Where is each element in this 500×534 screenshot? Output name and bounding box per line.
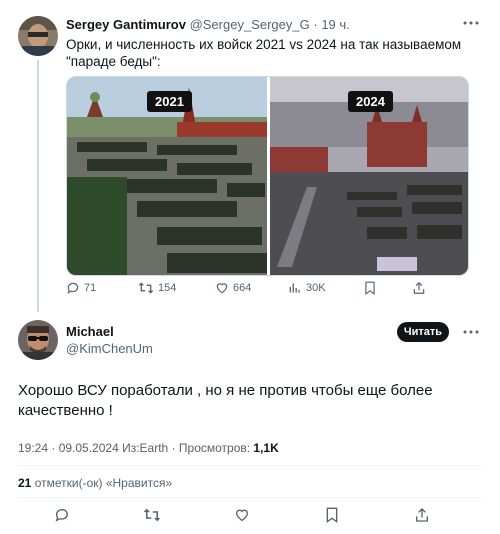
parade-comparison-image[interactable]: 2021 2024 xyxy=(66,76,469,276)
reply-tweet-text: Хорошо ВСУ поработали , но я не против ч… xyxy=(18,382,433,419)
reply-icon xyxy=(67,282,79,294)
more-dots-icon[interactable] xyxy=(462,325,480,339)
thread-connector-line xyxy=(37,60,39,312)
repost-action[interactable]: 154 xyxy=(138,281,176,295)
more-dots-icon[interactable] xyxy=(462,16,480,30)
like-action[interactable]: 664 xyxy=(215,281,251,295)
avatar-michael[interactable] xyxy=(18,320,58,360)
bookmark-icon xyxy=(365,281,375,295)
views-chart-icon xyxy=(289,283,300,293)
reply-author-name[interactable]: Michael xyxy=(66,324,114,339)
reply-views-count: 1,1K xyxy=(253,441,279,455)
reply-timestamp-source[interactable]: 19:24 · 09.05.2024 Из:Earth · Просмотров… xyxy=(18,441,253,455)
likes-count: 21 xyxy=(18,476,32,490)
reply-count: 71 xyxy=(84,282,97,294)
heart-icon[interactable] xyxy=(234,507,250,528)
reply-action[interactable]: 71 xyxy=(66,281,96,295)
divider xyxy=(18,497,482,498)
share-action[interactable] xyxy=(412,281,426,295)
tweet-time[interactable]: 19 ч. xyxy=(321,17,349,32)
heart-icon xyxy=(216,283,228,294)
repost-count: 154 xyxy=(158,282,177,294)
parent-tweet-header: Sergey Gantimurov @Sergey_Sergey_G · 19 … xyxy=(66,17,350,32)
divider xyxy=(18,465,482,466)
likes-label: отметки(-ок) «Нравится» xyxy=(31,476,173,490)
repost-icon[interactable] xyxy=(143,507,161,528)
reply-meta: 19:24 · 09.05.2024 Из:Earth · Просмотров… xyxy=(18,441,279,455)
author-handle[interactable]: @Sergey_Sergey_G xyxy=(190,17,310,32)
repost-icon xyxy=(138,282,154,294)
parent-tweet-actions: 71 154 664 30K xyxy=(66,281,436,301)
reply-author-handle[interactable]: @KimChenUm xyxy=(66,341,153,356)
reply-icon[interactable] xyxy=(54,507,70,528)
bookmark-action[interactable] xyxy=(364,281,376,295)
views-count: 30K xyxy=(306,282,326,294)
separator-dot: · xyxy=(313,17,318,32)
like-count: 664 xyxy=(233,282,252,294)
views-action[interactable]: 30K xyxy=(288,281,326,295)
share-icon[interactable] xyxy=(414,507,430,528)
likes-summary[interactable]: 21 отметки(-ок) «Нравится» xyxy=(18,476,172,490)
bookmark-icon[interactable] xyxy=(325,507,339,528)
follow-button[interactable]: Читать xyxy=(397,322,449,342)
avatar-sergey[interactable] xyxy=(18,16,58,56)
reply-tweet-actions xyxy=(0,507,500,529)
author-name[interactable]: Sergey Gantimurov xyxy=(66,17,186,32)
year-label-2021: 2021 xyxy=(147,91,192,112)
share-icon xyxy=(413,281,425,294)
parent-tweet-text: Орки, и численность их войск 2021 vs 202… xyxy=(66,37,462,69)
year-label-2024: 2024 xyxy=(348,91,393,112)
